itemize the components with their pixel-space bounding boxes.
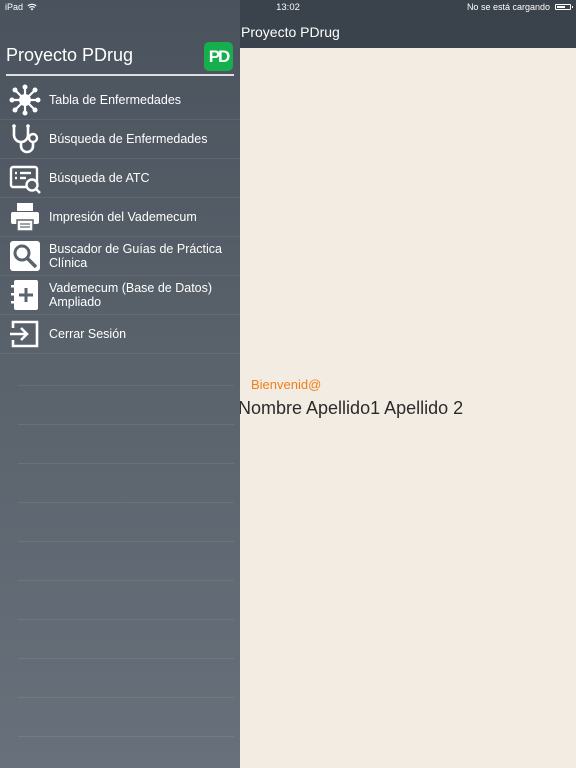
menu-item-buscador-guias[interactable]: Buscador de Guías de Práctica Clínica xyxy=(0,237,240,276)
menu-item-label: Búsqueda de Enfermedades xyxy=(49,132,208,146)
menu-item-busqueda-enfermedades[interactable]: Búsqueda de Enfermedades xyxy=(0,120,240,159)
menu-item-label: Búsqueda de ATC xyxy=(49,171,150,185)
magnifier-icon xyxy=(8,239,42,273)
empty-row xyxy=(18,620,234,659)
empty-row xyxy=(18,542,234,581)
empty-row xyxy=(18,659,234,698)
menu-item-label: Buscador de Guías de Práctica Clínica xyxy=(49,242,223,270)
menu-item-label: Tabla de Enfermedades xyxy=(49,93,182,107)
menu-item-label: Cerrar Sesión xyxy=(49,327,127,341)
stethoscope-icon xyxy=(8,122,42,156)
virus-icon xyxy=(8,83,42,117)
card-search-icon xyxy=(8,161,42,195)
logo-text: PD xyxy=(208,46,231,66)
empty-rows xyxy=(18,347,234,737)
app-logo: PD xyxy=(204,42,233,71)
menu-item-label: Vademecum (Base de Datos) Ampliado xyxy=(49,281,213,309)
user-name: Nombre Apellido1 Apellido 2 xyxy=(238,398,464,418)
menu-item-busqueda-atc[interactable]: Búsqueda de ATC xyxy=(0,159,240,198)
notebook-plus-icon xyxy=(8,278,42,312)
menu-item-tabla-enfermedades[interactable]: Tabla de Enfermedades xyxy=(0,81,240,120)
drawer-menu: Tabla de Enfermedades Búsqueda de Enferm… xyxy=(0,81,240,354)
main-content: Bienvenid@ Nombre Apellido1 Apellido 2 xyxy=(238,48,576,768)
empty-row xyxy=(18,347,234,386)
logout-icon xyxy=(8,317,42,351)
status-right: No se está cargando xyxy=(466,2,573,12)
empty-row xyxy=(18,386,234,425)
printer-icon xyxy=(8,200,42,234)
charging-status: No se está cargando xyxy=(466,2,550,12)
empty-row xyxy=(18,425,234,464)
empty-row xyxy=(18,464,234,503)
battery-icon xyxy=(555,4,573,10)
status-bar: iPad 13:02 No se está cargando xyxy=(0,0,576,16)
header-divider xyxy=(6,74,234,76)
menu-item-label: Impresión del Vademecum xyxy=(49,210,197,224)
welcome-label: Bienvenid@ xyxy=(251,377,322,392)
menu-item-impresion-vademecum[interactable]: Impresión del Vademecum xyxy=(0,198,240,237)
menu-item-vademecum-ampliado[interactable]: Vademecum (Base de Datos) Ampliado xyxy=(0,276,240,315)
nav-title: Proyecto PDrug xyxy=(241,24,340,40)
drawer-header: Proyecto PDrug PD xyxy=(0,36,240,78)
empty-row xyxy=(18,698,234,737)
drawer-title: Proyecto PDrug xyxy=(6,45,134,65)
side-drawer: Proyecto PDrug PD Tabla de Enfermedades … xyxy=(0,0,240,768)
empty-row xyxy=(18,503,234,542)
empty-row xyxy=(18,581,234,620)
